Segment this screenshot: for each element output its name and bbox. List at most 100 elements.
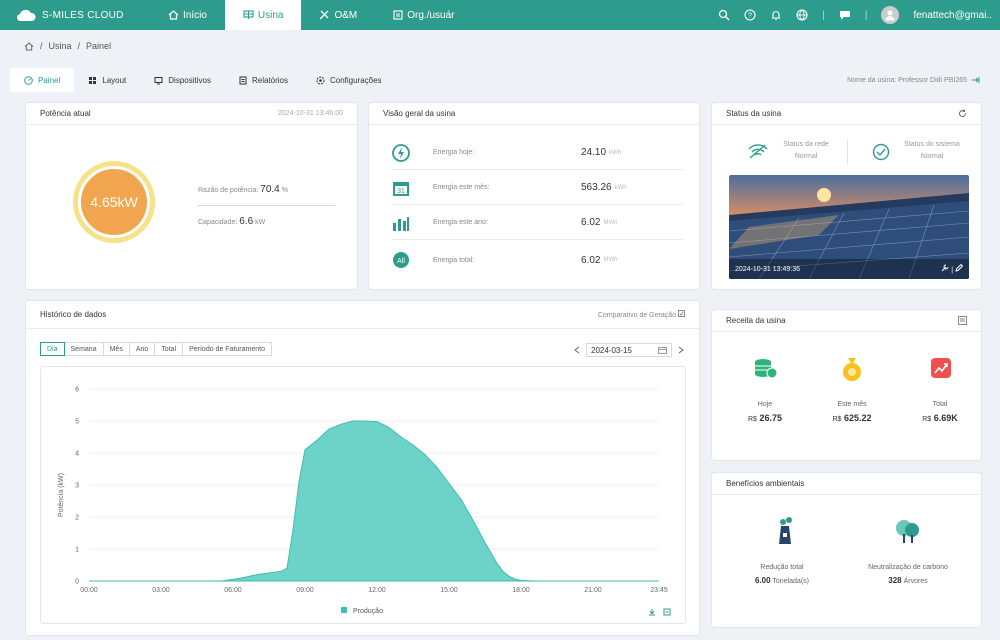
energy-unit: kWh	[614, 184, 627, 191]
search-icon[interactable]	[718, 9, 730, 21]
legend-swatch	[341, 607, 347, 613]
switch-icon[interactable]	[971, 76, 980, 84]
revenue-value: 625.22	[843, 413, 872, 423]
check-circle-icon	[872, 143, 890, 161]
grid-signal-icon	[748, 144, 768, 159]
reduction-value: 6.00	[755, 576, 771, 585]
nav-home[interactable]: Início	[150, 0, 225, 30]
period-month[interactable]: Mês	[102, 342, 130, 356]
period-billing[interactable]: Período de Faturamento	[182, 342, 272, 356]
edit-icon[interactable]	[955, 263, 964, 272]
download-icon[interactable]	[648, 608, 656, 616]
nav-plant[interactable]: Usina	[224, 0, 302, 30]
nav-org[interactable]: Org./usuár	[375, 0, 472, 30]
period-week[interactable]: Semana	[63, 342, 104, 356]
gear-icon	[316, 76, 325, 84]
energy-unit: kWh	[609, 149, 622, 156]
plant-status-card: Status da usina Status da rede Normal St…	[711, 102, 982, 290]
y-tick-label: 0	[75, 579, 79, 586]
energy-label: Energia este mês:	[433, 184, 490, 191]
settings-wrench-icon[interactable]	[941, 264, 949, 272]
help-icon[interactable]: ?	[744, 9, 756, 21]
home-icon[interactable]	[24, 41, 34, 51]
nav-plant-label: Usina	[257, 9, 284, 21]
breadcrumb-plant[interactable]: Usina	[49, 41, 72, 51]
org-icon	[393, 10, 403, 20]
card-header: Benefícios ambientais	[712, 473, 981, 495]
environmental-benefits-card: Benefícios ambientais Redução total 6.00…	[711, 472, 982, 628]
x-tick-label: 21:00	[584, 587, 602, 594]
x-tick-label: 15:00	[440, 587, 458, 594]
money-bag-icon	[843, 358, 861, 381]
revenue-label: Este mês	[837, 401, 867, 408]
capacity-value: 6.6	[239, 216, 254, 227]
plant-name-text: Nome da usina: Professor Didi PBI265	[847, 76, 967, 84]
energy-label: Energia hoje:	[433, 149, 475, 156]
energy-unit: MWh	[603, 257, 618, 263]
y-tick-label: 3	[75, 483, 79, 490]
revenue-label: Hoje	[757, 401, 773, 408]
chat-icon[interactable]	[839, 9, 851, 21]
energy-unit: MWh	[603, 219, 618, 226]
svg-text:31: 31	[397, 188, 405, 195]
layout-icon	[89, 76, 97, 84]
x-tick-label: 18:00	[512, 587, 530, 594]
energy-label: Energia este ano:	[433, 219, 488, 226]
carbon-neutralization: Neutralização de carbono 328 Árvores	[848, 564, 968, 585]
brand-logo[interactable]: S-MILES CLOUD	[0, 8, 150, 22]
tab-settings[interactable]: Configurações	[302, 68, 396, 92]
prev-date-icon[interactable]	[574, 346, 580, 354]
divider	[847, 139, 848, 165]
devices-icon	[154, 76, 163, 84]
x-tick-label: 00:00	[80, 587, 98, 594]
energy-year-row: Energia este ano: 6.02 MWh	[391, 206, 683, 240]
y-tick-label: 1	[75, 547, 79, 554]
revenue-month: Este mês R$ 625.22	[817, 401, 887, 423]
cloud-icon	[16, 9, 36, 22]
carbon-amount: 328 Árvores	[848, 576, 968, 585]
reduction-amount: 6.00 Tonelada(s)	[722, 576, 842, 585]
y-tick-label: 4	[75, 451, 79, 458]
period-year[interactable]: Ano	[128, 342, 156, 356]
photo-actions: |	[941, 263, 964, 274]
generation-compare[interactable]: Comparativo de Geração	[598, 310, 685, 319]
next-date-icon[interactable]	[678, 346, 684, 354]
grid-status: Status da rede Normal	[772, 139, 840, 163]
revenue-label: Total	[932, 401, 948, 408]
refresh-icon[interactable]	[958, 109, 967, 118]
tab-devices[interactable]: Dispositivos	[140, 68, 225, 92]
breadcrumb-separator: /	[40, 41, 43, 51]
x-tick-label: 12:00	[368, 587, 386, 594]
grid-status-value: Normal	[794, 153, 818, 160]
avatar[interactable]	[881, 6, 900, 24]
tab-layout[interactable]: Layout	[74, 68, 140, 92]
revenue-total: Total R$ 6.69K	[905, 401, 975, 423]
nav-om[interactable]: O&M	[301, 0, 375, 30]
user-email[interactable]: fenattech@gmai..	[913, 10, 992, 21]
grid-status-label: Status da rede	[783, 141, 829, 148]
export-icon[interactable]	[663, 608, 671, 616]
plant-revenue-card: Receita da usina Hoje R$ 26.75 Este mês …	[711, 309, 982, 461]
globe-icon[interactable]	[796, 9, 808, 21]
reduction-unit: Tonelada(s)	[772, 578, 809, 585]
power-ratio: Razão de potência: 70.4 %	[198, 184, 288, 195]
date-picker[interactable]: 2024-03-15	[586, 343, 672, 357]
period-day[interactable]: Dia	[40, 342, 65, 356]
bell-icon[interactable]	[770, 9, 782, 21]
energy-value: 6.02	[581, 254, 601, 266]
separator: |	[822, 9, 825, 21]
capacity-unit: kW	[255, 219, 266, 226]
tab-panel[interactable]: Painel	[10, 68, 75, 92]
revenue-value: 6.69K	[933, 413, 958, 423]
y-axis-label: Potência (kW)	[58, 473, 65, 517]
compare-icon	[678, 310, 685, 317]
tab-reports-label: Relatórios	[251, 75, 288, 85]
revenue-today: Hoje R$ 26.75	[730, 401, 800, 423]
plant-photo[interactable]: 2024-10-31 13:49:36 |	[729, 175, 969, 279]
period-total[interactable]: Total	[154, 342, 184, 356]
report-icon[interactable]	[958, 316, 967, 325]
tab-reports[interactable]: Relatórios	[225, 68, 302, 92]
currency: R$	[922, 416, 932, 423]
report-icon	[239, 76, 247, 84]
top-navbar: S-MILES CLOUD Início Usina O&M Org./usuá…	[0, 0, 1000, 30]
